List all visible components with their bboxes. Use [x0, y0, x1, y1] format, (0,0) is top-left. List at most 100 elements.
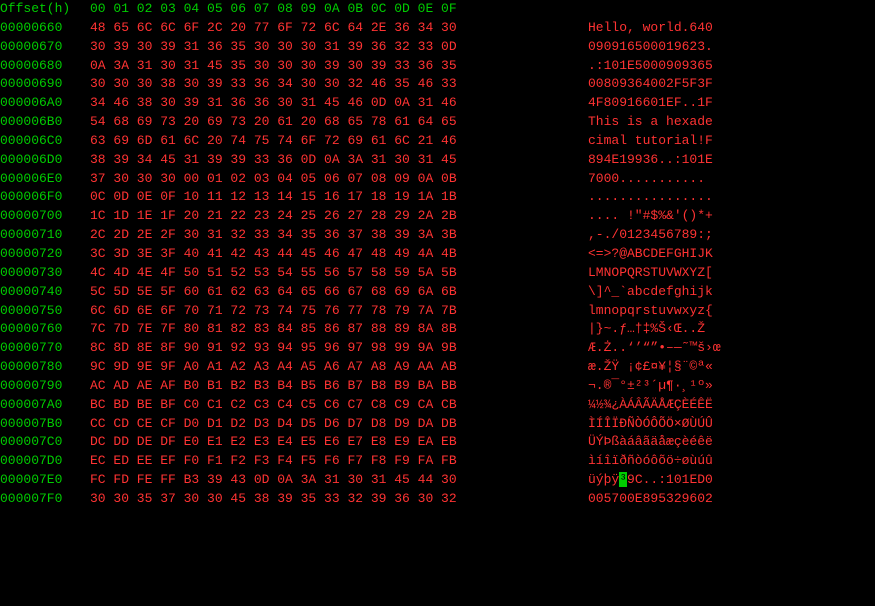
row-ascii: cimal tutorial!F — [580, 132, 713, 151]
row-offset: 00000790 — [0, 377, 90, 396]
table-row: 000007405C 5D 5E 5F 60 61 62 63 64 65 66… — [0, 283, 875, 302]
table-row: 00000790AC AD AE AF B0 B1 B2 B3 B4 B5 B6… — [0, 377, 875, 396]
row-offset: 00000750 — [0, 302, 90, 321]
row-bytes: 5C 5D 5E 5F 60 61 62 63 64 65 66 67 68 6… — [90, 283, 580, 302]
row-ascii: 090916500019623. — [580, 38, 713, 57]
row-bytes: 6C 6D 6E 6F 70 71 72 73 74 75 76 77 78 7… — [90, 302, 580, 321]
hex-viewer: Offset(h) 00 01 02 03 04 05 06 07 08 09 … — [0, 0, 875, 606]
row-bytes: CC CD CE CF D0 D1 D2 D3 D4 D5 D6 D7 D8 D… — [90, 415, 580, 434]
table-row: 000007203C 3D 3E 3F 40 41 42 43 44 45 46… — [0, 245, 875, 264]
table-row: 000007809C 9D 9E 9F A0 A1 A2 A3 A4 A5 A6… — [0, 358, 875, 377]
row-offset: 000007A0 — [0, 396, 90, 415]
row-offset: 00000660 — [0, 19, 90, 38]
table-row: 000007F030 30 35 37 30 30 45 38 39 35 33… — [0, 490, 875, 509]
table-row: 000007304C 4D 4E 4F 50 51 52 53 54 55 56… — [0, 264, 875, 283]
row-offset: 00000690 — [0, 75, 90, 94]
row-ascii: \]^_`abcdefghijk — [580, 283, 713, 302]
row-offset: 00000700 — [0, 207, 90, 226]
row-offset: 00000670 — [0, 38, 90, 57]
row-offset: 000006E0 — [0, 170, 90, 189]
table-row: 000006800A 3A 31 30 31 45 35 30 30 30 39… — [0, 57, 875, 76]
row-ascii: ¼½¾¿ÀÁÂÃÄÅÆÇÈÉÊË — [580, 396, 713, 415]
row-ascii: Æ.Ż..‘’“”•–—˜™š›œ — [580, 339, 721, 358]
row-offset: 000007E0 — [0, 471, 90, 490]
table-row: 0000066048 65 6C 6C 6F 2C 20 77 6F 72 6C… — [0, 19, 875, 38]
row-ascii: æ.ŽŸ ¡¢£¤¥¦§¨©ª« — [580, 358, 713, 377]
row-ascii: ,-./0123456789:; — [580, 226, 713, 245]
row-bytes: 30 30 30 38 30 39 33 36 34 30 30 32 46 3… — [90, 75, 580, 94]
row-ascii: 894E19936..:101E — [580, 151, 713, 170]
row-bytes: 54 68 69 73 20 69 73 20 61 20 68 65 78 6… — [90, 113, 580, 132]
row-ascii: ................ — [580, 188, 713, 207]
row-ascii: <=>?@ABCDEFGHIJK — [580, 245, 713, 264]
row-bytes: 37 30 30 30 00 01 02 03 04 05 06 07 08 0… — [90, 170, 580, 189]
row-bytes: 4C 4D 4E 4F 50 51 52 53 54 55 56 57 58 5… — [90, 264, 580, 283]
row-bytes: FC FD FE FF B3 39 43 0D 0A 3A 31 30 31 4… — [90, 471, 580, 490]
ascii-text: üýþÿ — [588, 472, 619, 487]
table-row: 000007A0BC BD BE BF C0 C1 C2 C3 C4 C5 C6… — [0, 396, 875, 415]
row-ascii: This is a hexade — [580, 113, 713, 132]
table-row: 000006E037 30 30 30 00 01 02 03 04 05 06… — [0, 170, 875, 189]
row-bytes: 9C 9D 9E 9F A0 A1 A2 A3 A4 A5 A6 A7 A8 A… — [90, 358, 580, 377]
row-ascii: .... !"#$%&'()*+ — [580, 207, 713, 226]
row-bytes: 63 69 6D 61 6C 20 74 75 74 6F 72 69 61 6… — [90, 132, 580, 151]
row-offset: 000006D0 — [0, 151, 90, 170]
table-row: 000007C0DC DD DE DF E0 E1 E2 E3 E4 E5 E6… — [0, 433, 875, 452]
row-bytes: 30 39 30 39 31 36 35 30 30 30 31 39 36 3… — [90, 38, 580, 57]
row-offset: 000006F0 — [0, 188, 90, 207]
table-row: 000006F00C 0D 0E 0F 10 11 12 13 14 15 16… — [0, 188, 875, 207]
row-ascii: 7000........... — [580, 170, 705, 189]
row-offset: 00000780 — [0, 358, 90, 377]
row-bytes: 38 39 34 45 31 39 39 33 36 0D 0A 3A 31 3… — [90, 151, 580, 170]
row-offset: 00000770 — [0, 339, 90, 358]
header-row: Offset(h) 00 01 02 03 04 05 06 07 08 09 … — [0, 0, 875, 19]
table-row: 000007B0CC CD CE CF D0 D1 D2 D3 D4 D5 D6… — [0, 415, 875, 434]
row-offset: 00000710 — [0, 226, 90, 245]
row-ascii: ìíîïðñòóôõö÷øùúû — [580, 452, 713, 471]
row-ascii: ¬.®¯°±²³´µ¶·¸¹º» — [580, 377, 713, 396]
table-row: 000007506C 6D 6E 6F 70 71 72 73 74 75 76… — [0, 302, 875, 321]
row-offset: 00000760 — [0, 320, 90, 339]
row-ascii: .:101E5000909365 — [580, 57, 713, 76]
row-offset: 00000730 — [0, 264, 90, 283]
row-bytes: 34 46 38 30 39 31 36 36 30 31 45 46 0D 0… — [90, 94, 580, 113]
row-offset: 000007C0 — [0, 433, 90, 452]
row-bytes: 1C 1D 1E 1F 20 21 22 23 24 25 26 27 28 2… — [90, 207, 580, 226]
row-bytes: 3C 3D 3E 3F 40 41 42 43 44 45 46 47 48 4… — [90, 245, 580, 264]
row-offset: 000007B0 — [0, 415, 90, 434]
table-row: 000007001C 1D 1E 1F 20 21 22 23 24 25 26… — [0, 207, 875, 226]
row-ascii: LMNOPQRSTUVWXYZ[ — [580, 264, 713, 283]
row-offset: 00000680 — [0, 57, 90, 76]
row-bytes: 8C 8D 8E 8F 90 91 92 93 94 95 96 97 98 9… — [90, 339, 580, 358]
row-offset: 000006A0 — [0, 94, 90, 113]
table-row: 000007607C 7D 7E 7F 80 81 82 83 84 85 86… — [0, 320, 875, 339]
row-ascii: Hello, world.640 — [580, 19, 713, 38]
row-offset: 000007D0 — [0, 452, 90, 471]
row-ascii: 005700E895329602 — [580, 490, 713, 509]
row-bytes: 0A 3A 31 30 31 45 35 30 30 30 39 30 39 3… — [90, 57, 580, 76]
row-offset: 00000720 — [0, 245, 90, 264]
row-bytes: 7C 7D 7E 7F 80 81 82 83 84 85 86 87 88 8… — [90, 320, 580, 339]
row-ascii: 4F80916601EF..1F — [580, 94, 713, 113]
row-offset: 000006C0 — [0, 132, 90, 151]
row-offset: 000006B0 — [0, 113, 90, 132]
row-ascii: 00809364002F5F3F — [580, 75, 713, 94]
table-row: 000006A034 46 38 30 39 31 36 36 30 31 45… — [0, 94, 875, 113]
row-ascii: ÜÝÞßàáâãäåæçèéêë — [580, 433, 713, 452]
row-ascii: |}~.ƒ…†‡%Š‹Œ..Ž — [580, 320, 705, 339]
row-ascii: lmnopqrstuvwxyz{ — [580, 302, 713, 321]
table-row: 000006C063 69 6D 61 6C 20 74 75 74 6F 72… — [0, 132, 875, 151]
row-bytes: 48 65 6C 6C 6F 2C 20 77 6F 72 6C 64 2E 3… — [90, 19, 580, 38]
table-row: 000007E0FC FD FE FF B3 39 43 0D 0A 3A 31… — [0, 471, 875, 490]
row-offset: 000007F0 — [0, 490, 90, 509]
row-bytes: BC BD BE BF C0 C1 C2 C3 C4 C5 C6 C7 C8 C… — [90, 396, 580, 415]
table-row: 000006D038 39 34 45 31 39 39 33 36 0D 0A… — [0, 151, 875, 170]
row-bytes: EC ED EE EF F0 F1 F2 F3 F4 F5 F6 F7 F8 F… — [90, 452, 580, 471]
table-row: 000007708C 8D 8E 8F 90 91 92 93 94 95 96… — [0, 339, 875, 358]
cursor-highlight: ³ — [619, 472, 627, 487]
header-offset: Offset(h) — [0, 0, 90, 19]
row-offset: 00000740 — [0, 283, 90, 302]
row-bytes: 2C 2D 2E 2F 30 31 32 33 34 35 36 37 38 3… — [90, 226, 580, 245]
ascii-text-after: 9C..:101ED0 — [627, 472, 713, 487]
row-bytes: 0C 0D 0E 0F 10 11 12 13 14 15 16 17 18 1… — [90, 188, 580, 207]
